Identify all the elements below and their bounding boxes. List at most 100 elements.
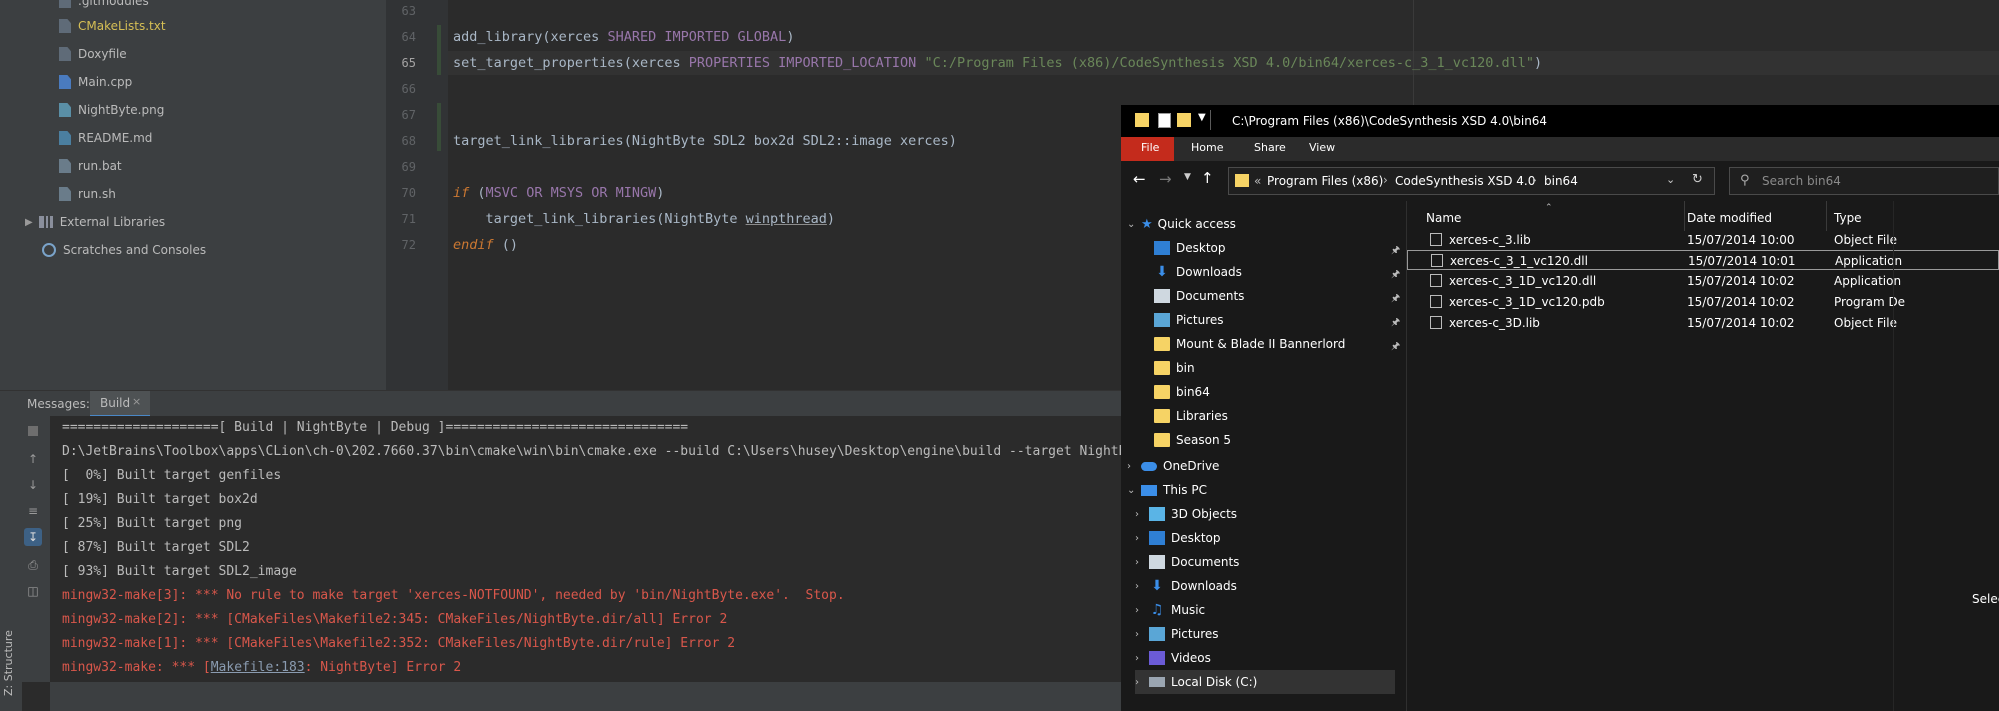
chevron-right-icon[interactable]: ▶ bbox=[25, 217, 33, 228]
arrow-up-icon[interactable]: ↑ bbox=[26, 452, 40, 466]
chevron-right-icon[interactable]: › bbox=[1127, 461, 1141, 472]
tree-item-main-cpp[interactable]: Main.cpp bbox=[59, 71, 132, 93]
tab-file[interactable]: File bbox=[1121, 137, 1174, 161]
forward-icon[interactable]: → bbox=[1159, 170, 1172, 188]
arrow-down-icon[interactable]: ↓ bbox=[26, 478, 40, 492]
nav-mount-blade[interactable]: Mount & Blade II Bannerlord bbox=[1154, 332, 1345, 356]
chevron-right-icon[interactable]: › bbox=[1135, 653, 1149, 664]
tree-item-nightbyte-png[interactable]: NightByte.png bbox=[59, 99, 164, 121]
properties-icon[interactable] bbox=[1158, 113, 1171, 128]
file-row[interactable]: xerces-c_3D.lib 15/07/2014 10:02 Object … bbox=[1407, 313, 1999, 333]
nav-libraries[interactable]: Libraries bbox=[1154, 404, 1228, 428]
tree-item-doxyfile[interactable]: Doxyfile bbox=[59, 43, 127, 65]
back-icon[interactable]: ← bbox=[1133, 170, 1146, 188]
chevron-right-icon[interactable]: › bbox=[1135, 605, 1149, 616]
breadcrumb-separator-icon[interactable]: › bbox=[1532, 173, 1537, 187]
code-line-68: target_link_libraries(NightByte SDL2 box… bbox=[453, 133, 957, 149]
chevron-right-icon[interactable]: › bbox=[1135, 557, 1149, 568]
breadcrumb-bin64[interactable]: bin64 bbox=[1544, 174, 1578, 188]
file-row[interactable]: xerces-c_3.lib 15/07/2014 10:00 Object F… bbox=[1407, 230, 1999, 250]
pin-icon[interactable]: 🖈 bbox=[1391, 267, 1400, 284]
tab-share[interactable]: Share bbox=[1254, 141, 1286, 154]
tree-item-run-bat[interactable]: run.bat bbox=[59, 155, 122, 177]
pin-icon[interactable]: 🖈 bbox=[1391, 243, 1400, 260]
pin-icon[interactable]: 🖈 bbox=[1391, 315, 1400, 332]
new-folder-icon[interactable] bbox=[1177, 113, 1191, 127]
nav-bin[interactable]: bin bbox=[1154, 356, 1195, 380]
nav-pc-documents[interactable]: › Documents bbox=[1135, 550, 1239, 574]
tree-item-readme[interactable]: README.md bbox=[59, 127, 152, 149]
nav-onedrive[interactable]: › OneDrive bbox=[1127, 454, 1219, 478]
chevron-right-icon[interactable]: › bbox=[1135, 509, 1149, 520]
nav-pc-pictures[interactable]: › Pictures bbox=[1135, 622, 1219, 646]
soft-wrap-icon[interactable]: ≡ bbox=[26, 504, 40, 518]
column-header-type[interactable]: Type bbox=[1834, 211, 1862, 225]
nav-documents[interactable]: Documents bbox=[1154, 284, 1244, 308]
nav-3d-objects[interactable]: › 3D Objects bbox=[1135, 502, 1237, 526]
tab-view[interactable]: View bbox=[1309, 141, 1335, 154]
file-row-selected[interactable]: xerces-c_3_1_vc120.dll 15/07/2014 10:01 … bbox=[1407, 250, 1999, 270]
file-list[interactable]: xerces-c_3.lib 15/07/2014 10:00 Object F… bbox=[1407, 230, 1999, 711]
column-header-date[interactable]: Date modified bbox=[1687, 211, 1772, 225]
nav-pc-downloads[interactable]: › ⬇ Downloads bbox=[1135, 574, 1237, 598]
search-bin64-field[interactable]: ⚲ Search bin64 bbox=[1729, 167, 1999, 195]
file-row[interactable]: xerces-c_3_1D_vc120.dll 15/07/2014 10:02… bbox=[1407, 271, 1999, 291]
column-divider[interactable] bbox=[1684, 201, 1685, 231]
nav-videos[interactable]: › Videos bbox=[1135, 646, 1211, 670]
vcs-change-marker[interactable] bbox=[437, 25, 441, 75]
up-icon[interactable]: ↑ bbox=[1201, 169, 1214, 187]
file-row[interactable]: xerces-c_3_1D_vc120.pdb 15/07/2014 10:02… bbox=[1407, 292, 1999, 312]
nav-bin64[interactable]: bin64 bbox=[1154, 380, 1210, 404]
breadcrumb-program-files[interactable]: Program Files (x86) bbox=[1267, 174, 1383, 188]
tab-home[interactable]: Home bbox=[1191, 141, 1223, 154]
tree-item-scratches[interactable]: Scratches and Consoles bbox=[42, 239, 206, 261]
chevron-down-icon[interactable]: ⌄ bbox=[1666, 173, 1675, 186]
breadcrumb-separator-icon[interactable]: › bbox=[1383, 173, 1388, 187]
tree-item-gitmodules[interactable]: .gitmodules bbox=[59, 0, 149, 12]
nav-this-pc[interactable]: ⌄ This PC bbox=[1127, 478, 1207, 502]
file-explorer-window[interactable]: ▼ C:\Program Files (x86)\CodeSynthesis X… bbox=[1121, 105, 1999, 711]
line-number: 68 bbox=[401, 134, 416, 148]
tree-item-cmakelists[interactable]: CMakeLists.txt bbox=[59, 15, 166, 37]
chevron-right-icon[interactable]: › bbox=[1135, 581, 1149, 592]
structure-label[interactable]: Z: Structure bbox=[2, 630, 15, 696]
tree-item-external-libraries[interactable]: ▶ External Libraries bbox=[25, 211, 165, 233]
structure-tool-strip[interactable]: Z: Structure bbox=[0, 618, 22, 711]
refresh-icon[interactable]: ↻ bbox=[1692, 172, 1703, 187]
nav-quick-access[interactable]: ⌄ ★ Quick access bbox=[1127, 212, 1236, 236]
address-bar[interactable]: « Program Files (x86) › CodeSynthesis XS… bbox=[1228, 167, 1715, 195]
chevron-right-icon[interactable]: › bbox=[1135, 533, 1149, 544]
column-divider[interactable] bbox=[1826, 201, 1827, 231]
chevron-right-icon[interactable]: › bbox=[1135, 677, 1149, 688]
recent-locations-icon[interactable]: ▼ bbox=[1184, 172, 1191, 182]
chevron-down-icon[interactable]: ⌄ bbox=[1127, 219, 1141, 230]
column-header-name[interactable]: Name bbox=[1426, 211, 1461, 225]
chevron-down-icon[interactable]: ⌄ bbox=[1127, 485, 1141, 496]
scroll-to-end-icon[interactable]: ↧ bbox=[24, 528, 42, 546]
chevron-right-icon[interactable]: › bbox=[1135, 629, 1149, 640]
stop-icon[interactable] bbox=[28, 426, 38, 436]
build-output-console[interactable]: ====================[ Build | NightByte … bbox=[50, 416, 1150, 682]
tree-item-run-sh[interactable]: run.sh bbox=[59, 183, 116, 205]
explorer-titlebar[interactable]: ▼ C:\Program Files (x86)\CodeSynthesis X… bbox=[1121, 105, 1999, 137]
vcs-change-marker[interactable] bbox=[437, 103, 441, 151]
print-icon[interactable]: ⎙ bbox=[26, 558, 40, 572]
nav-pc-desktop[interactable]: › Desktop bbox=[1135, 526, 1221, 550]
breadcrumb-overflow[interactable]: « bbox=[1254, 174, 1261, 188]
nav-music[interactable]: › ♫ Music bbox=[1135, 598, 1205, 622]
nav-desktop[interactable]: Desktop bbox=[1154, 236, 1226, 260]
console-scrollbar-area[interactable] bbox=[50, 682, 1121, 711]
nav-pictures[interactable]: Pictures bbox=[1154, 308, 1224, 332]
nav-local-disk[interactable]: › Local Disk (C:) bbox=[1135, 670, 1395, 694]
customize-toolbar-icon[interactable]: ▼ bbox=[1198, 112, 1206, 123]
breadcrumb-codesynthesis[interactable]: CodeSynthesis XSD 4.0 bbox=[1395, 174, 1535, 188]
pin-icon[interactable]: 🖈 bbox=[1391, 339, 1400, 356]
makefile-link[interactable]: Makefile:183 bbox=[211, 660, 305, 675]
navigation-pane[interactable]: ⌄ ★ Quick access Desktop 🖈 ⬇ Downloads 🖈… bbox=[1121, 201, 1407, 711]
tab-build[interactable]: Build × bbox=[90, 391, 150, 417]
trash-icon[interactable]: ◫ bbox=[26, 584, 40, 598]
close-icon[interactable]: × bbox=[132, 395, 141, 408]
nav-season-5[interactable]: Season 5 bbox=[1154, 428, 1231, 452]
nav-downloads[interactable]: ⬇ Downloads bbox=[1154, 260, 1242, 284]
pin-icon[interactable]: 🖈 bbox=[1391, 291, 1400, 308]
